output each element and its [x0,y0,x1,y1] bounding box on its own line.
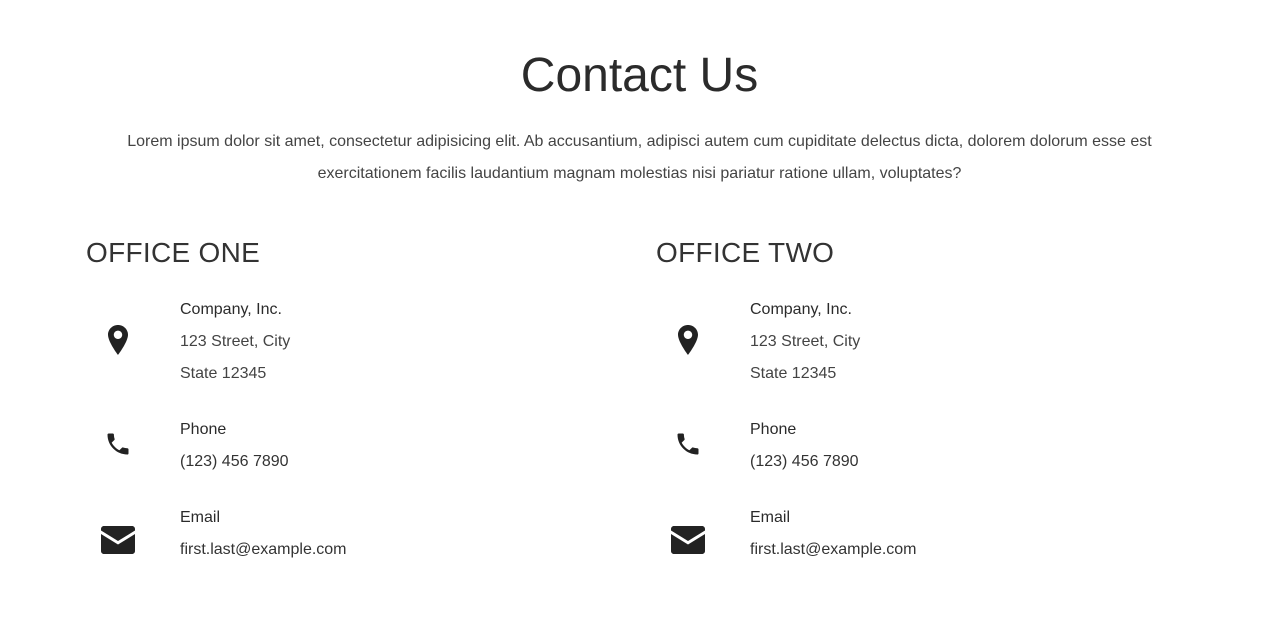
office-two: OFFICE TWO Company, Inc. 123 Street, Cit… [656,234,1176,558]
phone-number-link[interactable]: (123) 456 7890 [180,446,289,478]
phone-info: Phone (123) 456 7890 [750,414,859,478]
intro-paragraph: Lorem ipsum dolor sit amet, consectetur … [127,133,1152,182]
email-address-link[interactable]: first.last@example.com [180,534,347,566]
office-heading: OFFICE ONE [86,237,261,268]
email-info: Email first.last@example.com [750,502,917,566]
phone-label: Phone [750,421,797,438]
address-info: Company, Inc. 123 Street, City State 123… [180,294,290,390]
street-address: 123 Street, City [750,333,861,350]
company-name: Company, Inc. [180,301,282,318]
email-label: Email [180,509,221,526]
phone-number-link[interactable]: (123) 456 7890 [750,446,859,478]
address-info: Company, Inc. 123 Street, City State 123… [750,294,860,390]
phone-label: Phone [180,421,227,438]
state-zip: State 12345 [180,365,267,382]
phone-info: Phone (123) 456 7890 [180,414,289,478]
email-label: Email [750,509,791,526]
contact-section: Contact Us Lorem ipsum dolor sit amet, c… [0,0,1279,626]
street-address: 123 Street, City [180,333,291,350]
phone-icon [100,426,136,462]
map-marker-icon [670,322,706,358]
email-address-link[interactable]: first.last@example.com [750,534,917,566]
envelope-icon [670,522,706,558]
map-marker-icon [100,322,136,358]
state-zip: State 12345 [750,365,837,382]
email-info: Email first.last@example.com [180,502,347,566]
company-name: Company, Inc. [750,301,852,318]
envelope-icon [100,522,136,558]
office-heading: OFFICE TWO [656,237,835,268]
phone-icon [670,426,706,462]
page-title: Contact Us [520,49,759,102]
office-one: OFFICE ONE Company, Inc. 123 Street, Cit… [86,234,606,558]
